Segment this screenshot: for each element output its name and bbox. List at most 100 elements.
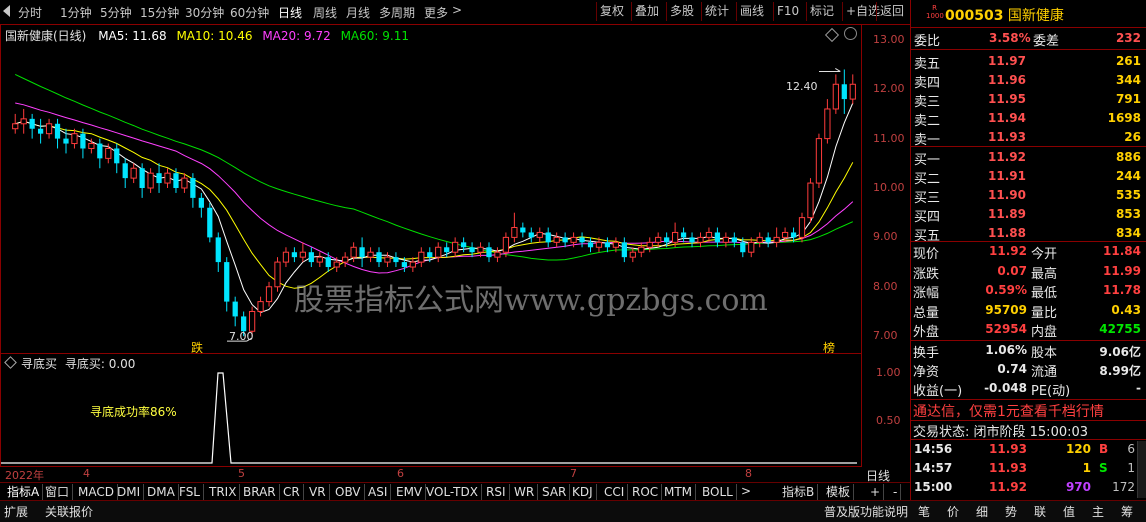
toolbar-button-1[interactable]: 叠加: [631, 2, 662, 21]
bids-row-3[interactable]: 买四 11.89 853: [911, 204, 1146, 225]
toolbar-button-6[interactable]: 标记: [806, 2, 837, 21]
period-tab-2[interactable]: 5分钟: [100, 4, 132, 21]
status-bar: 扩展 关联报价 普及版功能说明 笔价细势联值主筹: [0, 500, 1146, 522]
stat-value: 11.84: [1103, 244, 1141, 258]
period-tab-7[interactable]: 周线: [313, 4, 337, 21]
candle: [621, 237, 627, 263]
indicator-tab-6[interactable]: TRIX: [206, 484, 241, 500]
indicator-tab-8[interactable]: CR: [280, 484, 304, 500]
pane-close-icon[interactable]: [844, 27, 857, 40]
asks-row-1[interactable]: 卖四 11.96 344: [911, 70, 1146, 91]
stat-label: 外盘: [913, 325, 940, 340]
quote-tab-7[interactable]: 筹: [1121, 503, 1133, 520]
period-tab-6[interactable]: 日线: [278, 4, 302, 21]
indicator-tab-11[interactable]: ASI: [365, 484, 392, 500]
indicator-tab-1[interactable]: 窗口: [42, 484, 74, 500]
indicator-tab-15[interactable]: WR: [511, 484, 539, 500]
period-tab-1[interactable]: 1分钟: [60, 4, 92, 21]
weicha-value: 232: [1115, 31, 1141, 45]
asks-row-4[interactable]: 卖一 11.93 26: [911, 127, 1146, 148]
period-tab-3[interactable]: 15分钟: [140, 4, 179, 21]
quote-tab-4[interactable]: 联: [1034, 503, 1046, 520]
indicator-tab-9[interactable]: VR: [306, 484, 330, 500]
candle: [528, 227, 534, 243]
more-chevron-icon[interactable]: >: [452, 3, 462, 17]
quote-tab-0[interactable]: 笔: [918, 503, 930, 520]
quote-tab-1[interactable]: 价: [947, 503, 959, 520]
stat-value: 52954: [985, 322, 1027, 336]
tabs-scroll-icon[interactable]: >: [741, 484, 751, 498]
candle: [638, 242, 645, 258]
period-tab-9[interactable]: 多周期: [379, 4, 415, 21]
candle: [299, 242, 306, 263]
quote-tab-2[interactable]: 细: [976, 503, 988, 520]
candle: [37, 118, 44, 144]
period-tab-8[interactable]: 月线: [346, 4, 370, 21]
candle: [45, 118, 53, 139]
tick-scrollbar[interactable]: [1137, 441, 1146, 498]
indicator-tab-7[interactable]: BRAR: [240, 484, 280, 500]
asks-row-2[interactable]: 卖三 11.95 791: [911, 89, 1146, 110]
candle: [765, 232, 771, 248]
candle: [409, 257, 416, 272]
candle: [384, 252, 391, 268]
candle: [164, 168, 171, 188]
indicator-tab-13[interactable]: VOL-TDX: [423, 484, 482, 500]
status-version-note[interactable]: 普及版功能说明: [824, 503, 908, 520]
indicator-tab-19[interactable]: ROC: [629, 484, 663, 500]
toolbar-button-8[interactable]: 返回: [876, 2, 907, 21]
toolbar-button-2[interactable]: 多股: [666, 2, 697, 21]
period-tab-4[interactable]: 30分钟: [185, 4, 224, 21]
indicator-pane[interactable]: 寻底买 寻底买: 0.00 寻底成功率86%: [0, 353, 862, 467]
bids-volume: 244: [1115, 169, 1141, 183]
kline-chart[interactable]: 国新健康(日线) MA5: 11.68 MA10: 10.46 MA20: 9.…: [0, 24, 862, 355]
toolbar-button-0[interactable]: 复权: [596, 2, 627, 21]
indicator-tab-2[interactable]: MACD: [75, 484, 118, 500]
toolbar-button-5[interactable]: F10: [773, 2, 802, 21]
toolbar-button-4[interactable]: 画线: [736, 2, 767, 21]
indicator-tab-10[interactable]: OBV: [332, 484, 365, 500]
indicator-tab-4[interactable]: DMA: [144, 484, 179, 500]
toolbar-button-3[interactable]: 统计: [701, 2, 732, 21]
bottom-right-tab-2[interactable]: +: [867, 484, 885, 500]
indicator-name[interactable]: 寻底买: [21, 357, 57, 371]
candle: [139, 163, 145, 198]
bottom-right-tab-1[interactable]: 模板: [823, 484, 855, 500]
indicator-tab-0[interactable]: 指标A: [4, 484, 44, 500]
tick-volume: 1: [1082, 461, 1091, 475]
indicator-tab-16[interactable]: SAR: [539, 484, 571, 500]
period-tab-0[interactable]: 分时: [18, 4, 42, 21]
status-related-quote[interactable]: 关联报价: [45, 503, 93, 520]
candle: [452, 237, 459, 258]
indicator-tab-21[interactable]: BOLL: [699, 484, 737, 500]
candle: [71, 128, 78, 149]
level2-ad[interactable]: 通达信，仅需1元查看千档行情: [913, 401, 1104, 421]
ind-tick-05: 0.50: [876, 414, 901, 427]
bids-row-0[interactable]: 买一 11.92 886: [911, 147, 1146, 168]
bids-row-1[interactable]: 买二 11.91 244: [911, 166, 1146, 187]
asks-row-0[interactable]: 卖五 11.97 261: [911, 51, 1146, 72]
indicator-tab-3[interactable]: DMI: [114, 484, 145, 500]
candle: [20, 108, 27, 134]
candle: [282, 247, 290, 268]
bids-row-2[interactable]: 买三 11.90 535: [911, 185, 1146, 206]
asks-row-3[interactable]: 卖二 11.94 1698: [911, 108, 1146, 129]
quote-tab-6[interactable]: 主: [1092, 503, 1104, 520]
indicator-tab-5[interactable]: FSL: [176, 484, 204, 500]
quote-tab-5[interactable]: 值: [1063, 503, 1075, 520]
indicator-tab-20[interactable]: MTM: [661, 484, 697, 500]
candle: [147, 168, 154, 193]
indicator-tab-17[interactable]: KDJ: [569, 484, 597, 500]
period-tab-10[interactable]: 更多: [424, 4, 448, 21]
status-expand[interactable]: 扩展: [4, 503, 28, 520]
period-tab-5[interactable]: 60分钟: [230, 4, 269, 21]
quote-tab-3[interactable]: 势: [1005, 503, 1017, 520]
indicator-tab-18[interactable]: CCI: [601, 484, 629, 500]
bottom-right-tab-3[interactable]: -: [890, 484, 902, 500]
toolbar-scroll-left-icon[interactable]: [3, 5, 10, 17]
bottom-right-tab-0[interactable]: 指标B: [779, 484, 819, 500]
candle: [342, 252, 349, 268]
indicator-tab-12[interactable]: EMV: [393, 484, 427, 500]
asks-price: 11.95: [988, 92, 1026, 106]
indicator-tab-14[interactable]: RSI: [483, 484, 510, 500]
